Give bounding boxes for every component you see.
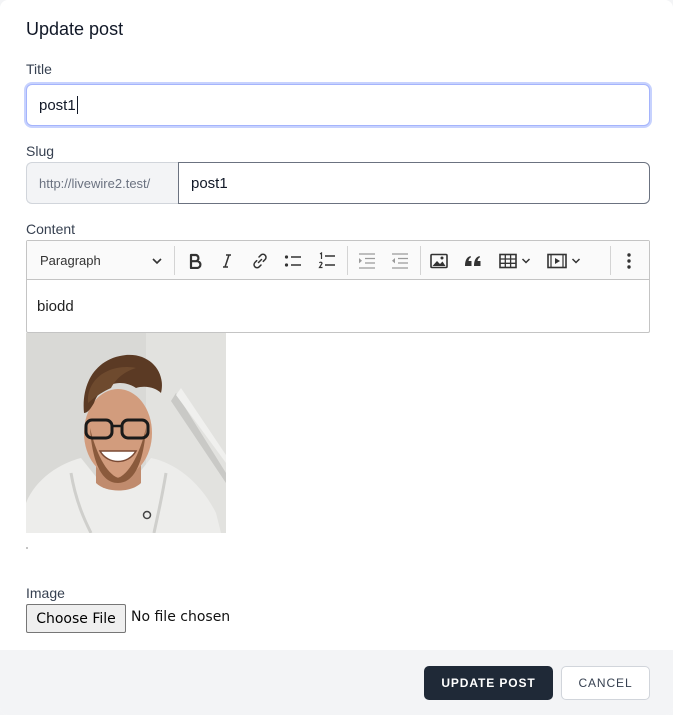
file-status: No file chosen (131, 609, 231, 625)
title-label: Title (26, 61, 52, 77)
update-post-button[interactable]: UPDATE POST (424, 666, 553, 700)
editor-toolbar: Paragraph (27, 241, 649, 280)
post-image-preview (26, 333, 226, 533)
numbered-list-icon (318, 251, 335, 268)
text-caret (76, 96, 78, 114)
bulleted-list-icon (284, 254, 301, 267)
italic-button[interactable] (213, 241, 241, 280)
image-label: Image (26, 585, 65, 601)
insert-image-button[interactable] (425, 241, 453, 280)
title-input[interactable]: post1 (26, 84, 650, 126)
toolbar-separator (174, 246, 175, 275)
modal-footer: UPDATE POST CANCEL (0, 650, 673, 715)
modal-body: Update post Title post1 Slug http://live… (0, 0, 673, 650)
toolbar-separator (420, 246, 421, 275)
slug-prefix: http://livewire2.test/ (26, 162, 179, 204)
more-icon (627, 252, 631, 269)
rich-text-editor: Paragraph biodd (26, 240, 650, 333)
cancel-button[interactable]: CANCEL (561, 666, 650, 700)
indent-button[interactable] (386, 241, 414, 280)
more-button[interactable] (617, 241, 641, 280)
insert-media-button[interactable] (542, 241, 586, 280)
caption-marker (26, 547, 28, 549)
slug-input[interactable]: post1 (178, 162, 650, 204)
update-post-modal: Update post Title post1 Slug http://live… (0, 0, 673, 715)
profile-photo (26, 333, 226, 533)
heading-dropdown[interactable]: Paragraph (27, 241, 171, 280)
bold-icon (189, 253, 202, 269)
heading-dropdown-value: Paragraph (40, 253, 101, 268)
bulleted-list-button[interactable] (279, 241, 307, 280)
insert-table-button[interactable] (494, 241, 536, 280)
image-icon (430, 253, 448, 268)
toolbar-separator (610, 246, 611, 275)
outdent-button[interactable] (353, 241, 381, 280)
slug-input-value: post1 (191, 174, 228, 192)
table-icon (499, 253, 517, 268)
outdent-icon (359, 252, 375, 269)
chevron-down-icon (571, 257, 581, 264)
blockquote-button[interactable] (459, 241, 487, 280)
content-label: Content (26, 221, 76, 237)
media-icon (547, 253, 567, 268)
title-input-value: post1 (39, 96, 76, 114)
slug-label: Slug (26, 143, 55, 159)
italic-icon (223, 253, 231, 268)
blockquote-icon (465, 255, 481, 266)
link-button[interactable] (246, 241, 274, 280)
indent-icon (392, 252, 408, 269)
numbered-list-button[interactable] (313, 241, 341, 280)
link-icon (253, 253, 267, 268)
bold-button[interactable] (181, 241, 209, 280)
chevron-down-icon (521, 257, 531, 264)
chevron-down-icon (152, 258, 162, 265)
editor-content[interactable]: biodd (37, 298, 74, 315)
modal-title: Update post (26, 19, 124, 39)
choose-file-button[interactable]: Choose File (26, 604, 126, 633)
toolbar-separator (347, 246, 348, 275)
